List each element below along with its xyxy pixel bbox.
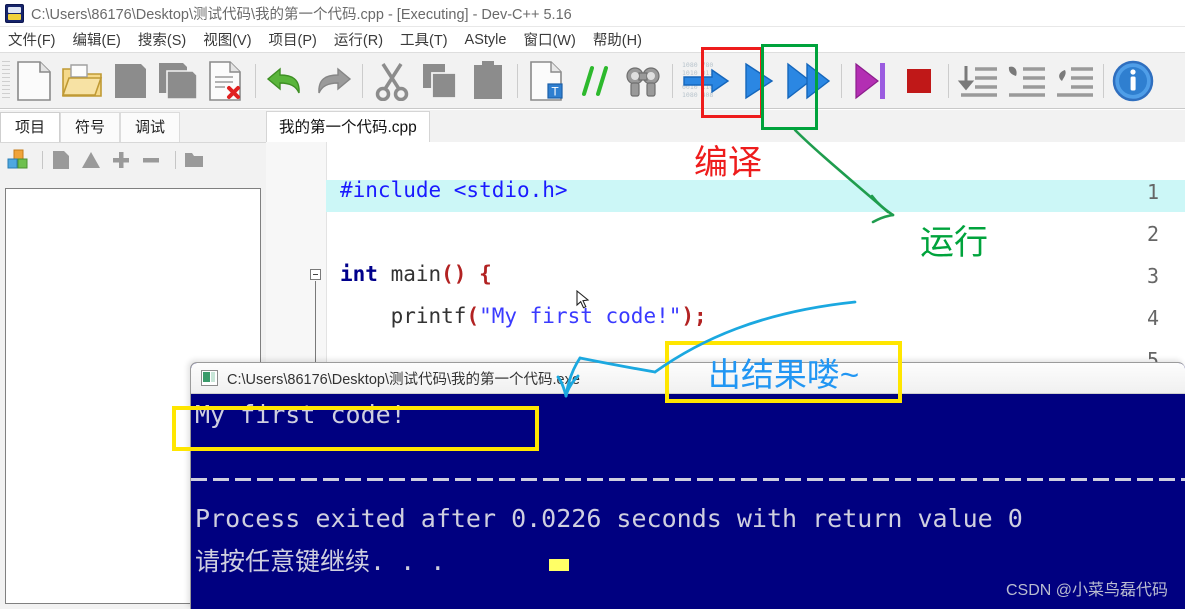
title-bar: C:\Users\86176\Desktop\测试代码\我的第一个代码.cpp … (0, 0, 1185, 27)
run-icon[interactable] (734, 55, 782, 107)
tab-project[interactable]: 项目 (0, 112, 61, 142)
insert-template-icon[interactable]: T (523, 55, 571, 107)
panel-separator (175, 151, 176, 169)
run-annotation-label: 运行 (920, 224, 988, 262)
tab-debug[interactable]: 调试 (120, 112, 181, 142)
new-file-icon[interactable] (49, 148, 73, 172)
code-line-4: printf("My first code!"); (340, 304, 707, 328)
svg-text:1010 011: 1010 011 (682, 69, 713, 77)
menu-view[interactable]: 视图(V) (203, 29, 251, 50)
toolbar-grip[interactable] (2, 60, 10, 101)
compile-annotation-label: 编译 (694, 144, 762, 182)
result-callout-label: 出结果喽~ (707, 356, 860, 393)
find-icon[interactable] (619, 55, 667, 107)
compile-icon[interactable]: 1080 780 1010 011 0010 110 1080 408 (678, 55, 734, 107)
copy-icon[interactable] (416, 55, 464, 107)
toolbar-separator (841, 63, 842, 98)
toolbar-separator (672, 63, 673, 98)
console-exit-line: Process exited after 0.0226 seconds with… (195, 504, 1023, 533)
menu-file[interactable]: 文件(F) (8, 29, 56, 50)
menu-project[interactable]: 项目(P) (269, 29, 317, 50)
toolbar-separator (517, 63, 518, 98)
project-toolbar (0, 142, 266, 177)
console-block-cursor (549, 559, 569, 571)
toolbar-separator (255, 63, 256, 98)
menu-edit[interactable]: 编辑(E) (73, 29, 121, 50)
console-prompt-line: 请按任意键继续. . . (195, 547, 446, 576)
console-separator-line (191, 478, 1185, 481)
folder-icon[interactable] (182, 148, 206, 172)
toolbar-separator (1103, 63, 1104, 98)
add-watch-icon[interactable] (1002, 55, 1050, 107)
menu-help[interactable]: 帮助(H) (593, 29, 642, 50)
stop-execution-icon[interactable] (895, 55, 943, 107)
open-icon[interactable] (79, 148, 103, 172)
redo-icon[interactable] (309, 55, 357, 107)
csdn-watermark: CSDN @小菜鸟磊代码 (1005, 582, 1168, 599)
svg-text:1080 780: 1080 780 (682, 61, 713, 69)
new-file-icon[interactable] (10, 55, 58, 107)
add-icon[interactable] (109, 148, 133, 172)
console-output: My first code! Process exited after 0.02… (191, 394, 1185, 609)
line-number: 4 (1146, 306, 1159, 330)
rebuild-all-icon[interactable] (847, 55, 895, 107)
console-title: C:\Users\86176\Desktop\测试代码\我的第一个代码.exe (227, 371, 580, 388)
code-line-1: #include <stdio.h> (340, 178, 568, 202)
indent-icon[interactable] (1050, 55, 1098, 107)
menu-search[interactable]: 搜索(S) (138, 29, 186, 50)
editor-tab-file[interactable]: 我的第一个代码.cpp (266, 111, 430, 142)
menu-astyle[interactable]: AStyle (465, 32, 507, 48)
toolbar-separator (362, 63, 363, 98)
about-info-icon[interactable] (1109, 55, 1157, 107)
menu-run[interactable]: 运行(R) (334, 29, 383, 50)
console-window-icon (201, 370, 218, 386)
close-file-icon[interactable] (202, 55, 250, 107)
console-output-line: My first code! (195, 400, 406, 429)
open-folder-icon[interactable] (58, 55, 106, 107)
paste-icon[interactable] (464, 55, 512, 107)
cut-icon[interactable] (368, 55, 416, 107)
project-cubes-icon[interactable] (6, 148, 30, 172)
line-number: 3 (1146, 264, 1159, 288)
devcpp-icon (5, 3, 24, 23)
compile-and-run-icon[interactable] (782, 55, 836, 107)
fold-toggle-icon[interactable] (310, 269, 321, 280)
menu-tools[interactable]: 工具(T) (400, 29, 448, 50)
panel-separator (42, 151, 43, 169)
toggle-comment-icon[interactable] (571, 55, 619, 107)
svg-text:1080 408: 1080 408 (682, 91, 713, 99)
left-panel-tabs: 项目 符号 调试 (0, 110, 266, 142)
save-icon[interactable] (106, 55, 154, 107)
line-number: 2 (1146, 222, 1159, 246)
svg-text:T: T (551, 84, 559, 98)
window-title: C:\Users\86176\Desktop\测试代码\我的第一个代码.cpp … (31, 6, 572, 23)
remove-icon[interactable] (139, 148, 163, 172)
mouse-pointer-icon (576, 290, 590, 309)
toolbar-separator (948, 63, 949, 98)
line-number: 1 (1146, 180, 1159, 204)
devcpp-window: C:\Users\86176\Desktop\测试代码\我的第一个代码.cpp … (0, 0, 1185, 609)
menu-window[interactable]: 窗口(W) (523, 29, 575, 50)
result-callout-box: 出结果喽~ (665, 341, 902, 403)
main-toolbar: T 1080 780 1010 011 0010 110 1080 408 (0, 52, 1185, 109)
menu-bar: 文件(F) 编辑(E) 搜索(S) 视图(V) 项目(P) 运行(R) 工具(T… (0, 27, 1185, 52)
code-line-3: int main() { (340, 262, 492, 286)
undo-icon[interactable] (261, 55, 309, 107)
goto-line-icon[interactable] (954, 55, 1002, 107)
save-all-icon[interactable] (154, 55, 202, 107)
tab-symbols[interactable]: 符号 (60, 112, 121, 142)
